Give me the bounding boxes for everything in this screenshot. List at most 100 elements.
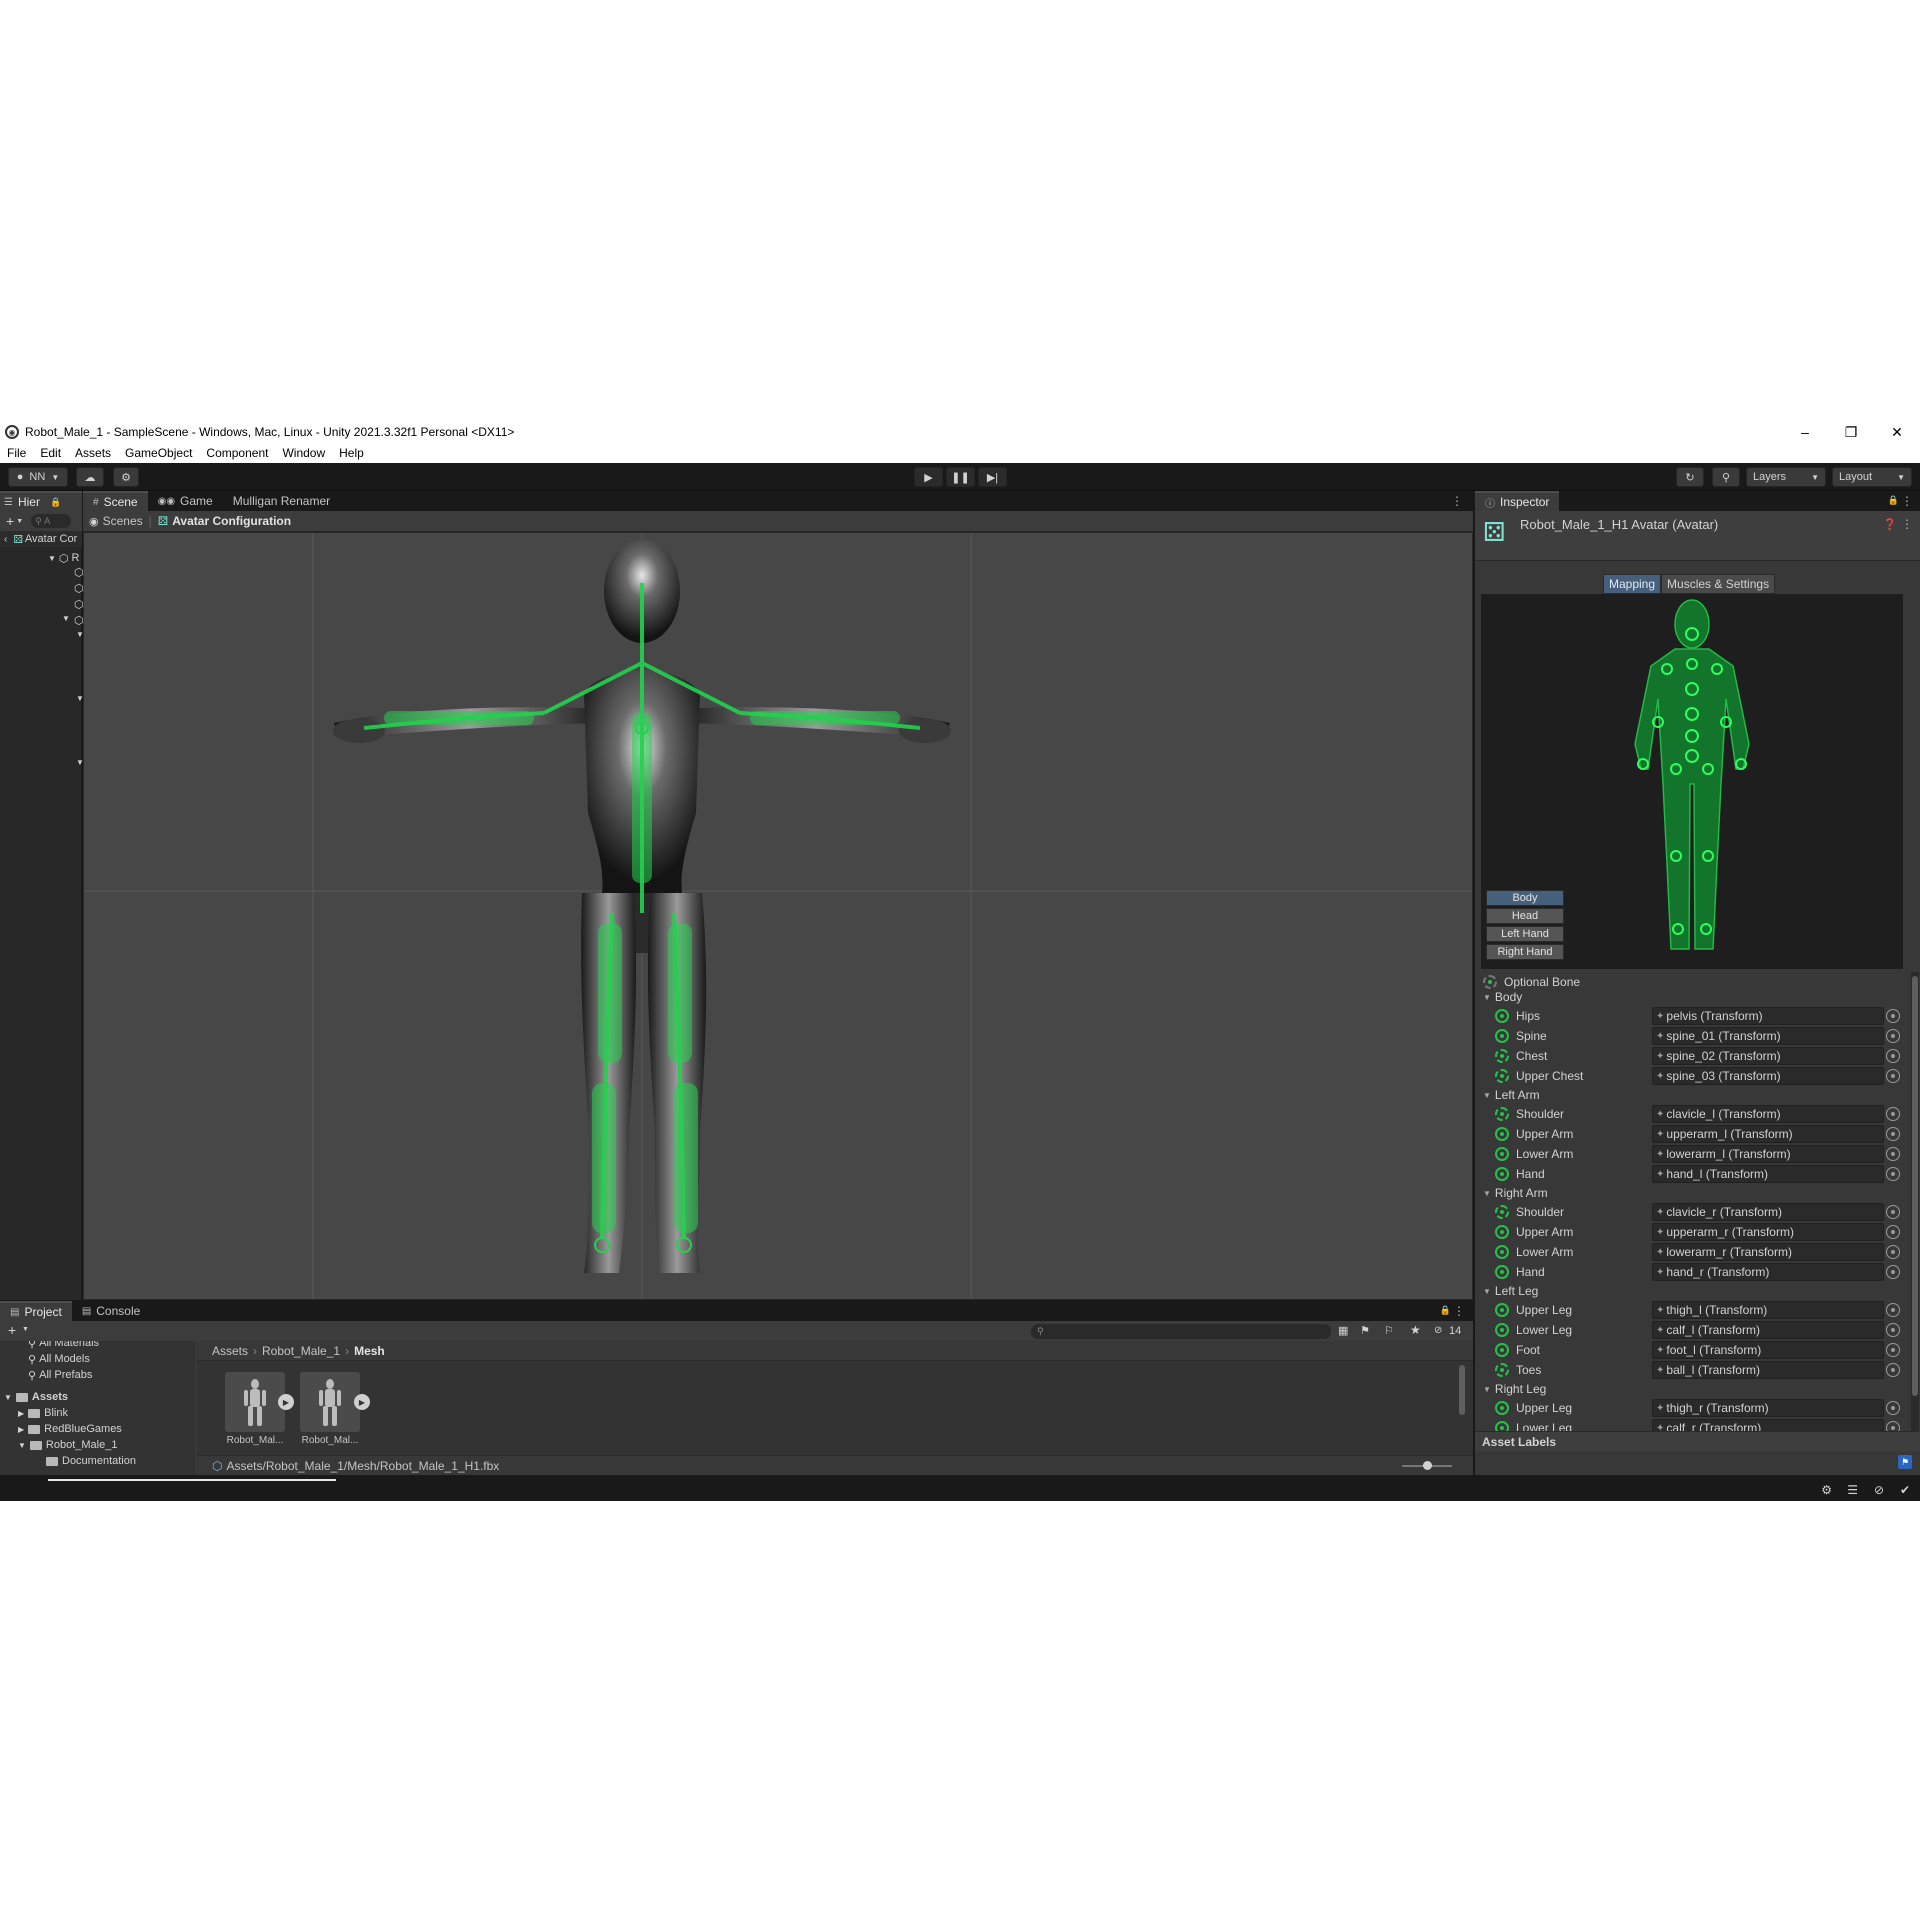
object-picker-icon[interactable]	[1886, 1245, 1900, 1259]
thumbnail-size-slider-handle[interactable]	[1423, 1461, 1432, 1470]
object-picker-icon[interactable]	[1886, 1363, 1900, 1377]
check-icon[interactable]: ✔	[1900, 1483, 1910, 1497]
bone-group-header[interactable]: ▼ Body	[1475, 988, 1909, 1006]
menu-help[interactable]: Help	[339, 446, 364, 460]
add-icon[interactable]: +	[6, 513, 14, 529]
search-by-label-icon[interactable]: ⚑	[1360, 1324, 1370, 1337]
add-icon[interactable]: +	[8, 1322, 16, 1338]
tree-item-robot-male-1[interactable]: ▼ Robot_Male_1	[18, 1437, 117, 1453]
pause-button[interactable]: ❚❚	[946, 467, 975, 487]
hierarchy-item[interactable]: ▼	[0, 758, 84, 774]
tree-item-assets[interactable]: ▼ Assets	[4, 1389, 68, 1405]
cache-icon[interactable]: ☰	[1847, 1483, 1858, 1497]
object-picker-icon[interactable]	[1886, 1009, 1900, 1023]
layers-dropdown[interactable]: Layers ▼	[1746, 467, 1826, 487]
bone-group-header[interactable]: ▼ Left Arm	[1475, 1086, 1909, 1104]
more-options-icon[interactable]: ⋮	[1901, 517, 1913, 531]
hierarchy-root-row[interactable]: ‹ ⚄ Avatar Cor	[0, 531, 82, 547]
project-scrollbar-thumb[interactable]	[1459, 1365, 1465, 1415]
menu-edit[interactable]: Edit	[40, 446, 61, 460]
tab-project[interactable]: ▤ Project	[0, 1301, 72, 1321]
menu-window[interactable]: Window	[282, 446, 325, 460]
search-by-type-icon[interactable]: ▦	[1338, 1324, 1348, 1337]
bone-group-header[interactable]: ▼ Left Leg	[1475, 1282, 1909, 1300]
tab-mapping[interactable]: Mapping	[1603, 574, 1662, 594]
breadcrumb-robot-male-1[interactable]: Robot_Male_1	[262, 1344, 340, 1358]
minimize-button[interactable]: –	[1782, 421, 1828, 443]
label-tag-icon[interactable]: ⚑	[1898, 1455, 1912, 1469]
menu-file[interactable]: File	[7, 446, 26, 460]
object-picker-icon[interactable]	[1886, 1303, 1900, 1317]
object-picker-icon[interactable]	[1886, 1265, 1900, 1279]
menu-component[interactable]: Component	[206, 446, 268, 460]
object-picker-icon[interactable]	[1886, 1323, 1900, 1337]
lock-icon[interactable]: 🔒	[1440, 1305, 1451, 1316]
tag-icon[interactable]: ⚐	[1384, 1324, 1394, 1337]
inspector-scrollbar-thumb[interactable]	[1912, 976, 1918, 1396]
breadcrumb-scenes[interactable]: Scenes	[103, 514, 143, 528]
play-animation-icon[interactable]: ▶	[278, 1394, 294, 1410]
part-body-button[interactable]: Body	[1486, 890, 1564, 906]
object-picker-icon[interactable]	[1886, 1343, 1900, 1357]
bone-transform-field[interactable]: ✦ spine_02 (Transform)	[1652, 1047, 1884, 1065]
bone-transform-field[interactable]: ✦ upperarm_l (Transform)	[1652, 1125, 1884, 1143]
asset-thumbnail[interactable]	[300, 1372, 360, 1432]
bone-transform-field[interactable]: ✦ spine_01 (Transform)	[1652, 1027, 1884, 1045]
expand-arrow-icon[interactable]: ▼	[62, 614, 70, 623]
more-options-icon[interactable]: ⋮	[1901, 494, 1913, 508]
step-button[interactable]: ▶|	[978, 467, 1007, 487]
bone-transform-field[interactable]: ✦ lowerarm_r (Transform)	[1652, 1243, 1884, 1261]
tab-game[interactable]: ◉◉ Game	[148, 491, 223, 511]
tab-mulligan-renamer[interactable]: Mulligan Renamer	[223, 491, 340, 511]
play-button[interactable]: ▶	[914, 467, 943, 487]
part-left-hand-button[interactable]: Left Hand	[1486, 926, 1564, 942]
more-options-icon[interactable]: ⋮	[1451, 494, 1463, 508]
close-button[interactable]: ✕	[1874, 421, 1920, 443]
bone-transform-field[interactable]: ✦ clavicle_l (Transform)	[1652, 1105, 1884, 1123]
part-right-hand-button[interactable]: Right Hand	[1486, 944, 1564, 960]
object-picker-icon[interactable]	[1886, 1225, 1900, 1239]
object-picker-icon[interactable]	[1886, 1147, 1900, 1161]
tab-console[interactable]: ▤ Console	[72, 1301, 150, 1321]
menu-assets[interactable]: Assets	[75, 446, 111, 460]
object-picker-icon[interactable]	[1886, 1127, 1900, 1141]
tree-item-redbluegames[interactable]: ▶ RedBlueGames	[18, 1421, 122, 1437]
bone-group-header[interactable]: ▼ Right Arm	[1475, 1184, 1909, 1202]
breadcrumb-assets[interactable]: Assets	[212, 1344, 248, 1358]
maximize-button[interactable]: ❐	[1828, 421, 1874, 443]
history-button[interactable]: ↻	[1676, 467, 1704, 487]
search-button[interactable]: ⚲	[1712, 467, 1740, 487]
collab-button[interactable]: ⚙	[113, 467, 139, 487]
hierarchy-item[interactable]: ⬡	[0, 582, 84, 598]
star-icon[interactable]: ★	[1410, 1323, 1421, 1337]
tree-item-documentation[interactable]: Documentation	[46, 1453, 136, 1469]
hierarchy-item[interactable]: ▼	[0, 630, 84, 646]
help-icon[interactable]: ❓	[1883, 518, 1897, 531]
hierarchy-item[interactable]: ⬡	[0, 566, 84, 582]
bone-transform-field[interactable]: ✦ calf_r (Transform)	[1652, 1419, 1884, 1431]
lock-icon[interactable]: 🔒	[1888, 495, 1899, 506]
object-picker-icon[interactable]	[1886, 1049, 1900, 1063]
tree-item-blink[interactable]: ▶ Blink	[18, 1405, 68, 1421]
breadcrumb-current[interactable]: Avatar Configuration	[172, 514, 291, 528]
tab-inspector[interactable]: ⓘ Inspector	[1475, 491, 1560, 511]
breadcrumb-mesh[interactable]: Mesh	[354, 1344, 385, 1358]
scene-viewport[interactable]	[84, 533, 1472, 1299]
bone-transform-field[interactable]: ✦ hand_r (Transform)	[1652, 1263, 1884, 1281]
part-head-button[interactable]: Head	[1486, 908, 1564, 924]
asset-labels-header[interactable]: Asset Labels	[1475, 1431, 1920, 1451]
bone-group-header[interactable]: ▼ Right Leg	[1475, 1380, 1909, 1398]
bone-transform-field[interactable]: ✦ lowerarm_l (Transform)	[1652, 1145, 1884, 1163]
object-picker-icon[interactable]	[1886, 1401, 1900, 1415]
bone-transform-field[interactable]: ✦ clavicle_r (Transform)	[1652, 1203, 1884, 1221]
debug-icon[interactable]: ⚙	[1821, 1483, 1832, 1497]
object-picker-icon[interactable]	[1886, 1167, 1900, 1181]
account-dropdown[interactable]: ● NN ▼	[8, 467, 68, 487]
hidden-packages-icon[interactable]: ⊘	[1434, 1325, 1442, 1336]
hierarchy-item[interactable]: ▼ ⬡	[0, 614, 84, 630]
auto-generate-lighting-icon[interactable]: ⊘	[1874, 1483, 1884, 1497]
bone-transform-field[interactable]: ✦ upperarm_r (Transform)	[1652, 1223, 1884, 1241]
tree-item-all-prefabs[interactable]: ⚲ All Prefabs	[28, 1367, 92, 1383]
tab-scene[interactable]: # Scene	[83, 491, 148, 511]
bone-transform-field[interactable]: ✦ foot_l (Transform)	[1652, 1341, 1884, 1359]
